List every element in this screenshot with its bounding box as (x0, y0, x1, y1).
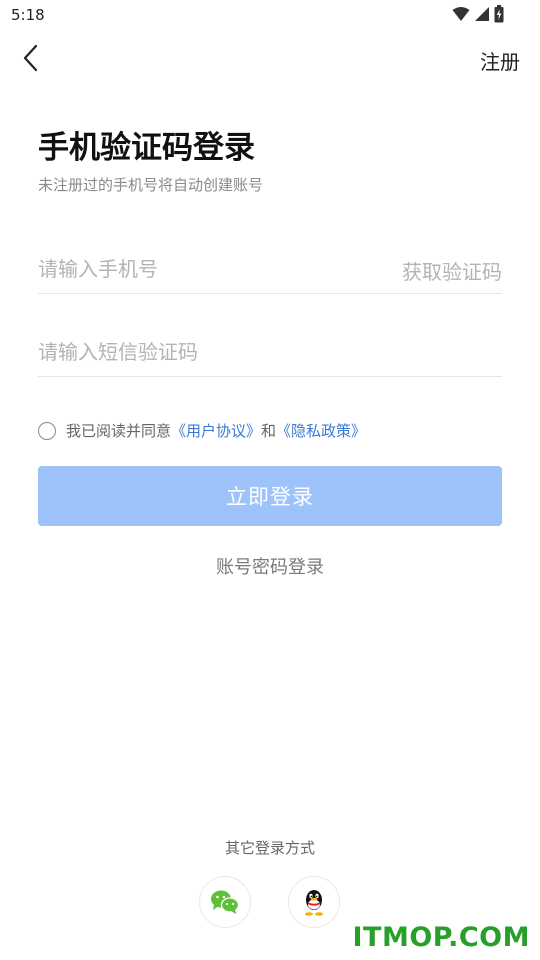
wechat-login-button[interactable] (199, 876, 251, 928)
sms-code-field-row (38, 327, 502, 377)
other-login-methods-label: 其它登录方式 (224, 839, 315, 857)
status-time: 5:18 (11, 6, 45, 24)
login-button[interactable]: 立即登录 (38, 466, 502, 526)
cellular-signal-icon (475, 7, 489, 21)
status-bar: 5:18 (0, 0, 540, 32)
agreement-row: 我已阅读并同意 《用户协议》 和 《隐私政策》 (38, 420, 366, 441)
password-login-link[interactable]: 账号密码登录 (216, 557, 324, 578)
qq-icon (305, 890, 323, 916)
phone-input[interactable] (38, 252, 368, 286)
get-code-button[interactable]: 获取验证码 (402, 256, 502, 285)
agree-checkbox[interactable] (38, 421, 56, 440)
page-title: 手机验证码登录 (38, 130, 255, 166)
sms-code-input[interactable] (38, 335, 368, 369)
page-subtitle: 未注册过的手机号将自动创建账号 (38, 176, 264, 194)
status-icons (452, 5, 504, 23)
wifi-icon (452, 7, 470, 21)
watermark-text: ITMOP.COM (352, 922, 530, 953)
phone-field-row: 获取验证码 (38, 244, 502, 294)
chevron-left-icon (23, 44, 38, 72)
battery-icon (494, 5, 504, 23)
back-button[interactable] (12, 40, 48, 76)
password-login-row: 账号密码登录 (0, 553, 540, 579)
user-agreement-link[interactable]: 《用户协议》 (171, 420, 261, 441)
agreement-and: 和 (261, 422, 277, 440)
wechat-icon (211, 890, 240, 914)
privacy-policy-link[interactable]: 《隐私政策》 (276, 420, 366, 441)
qq-login-button[interactable] (288, 876, 340, 928)
register-link[interactable]: 注册 (480, 46, 520, 75)
agreement-prefix: 我已阅读并同意 (66, 422, 172, 440)
